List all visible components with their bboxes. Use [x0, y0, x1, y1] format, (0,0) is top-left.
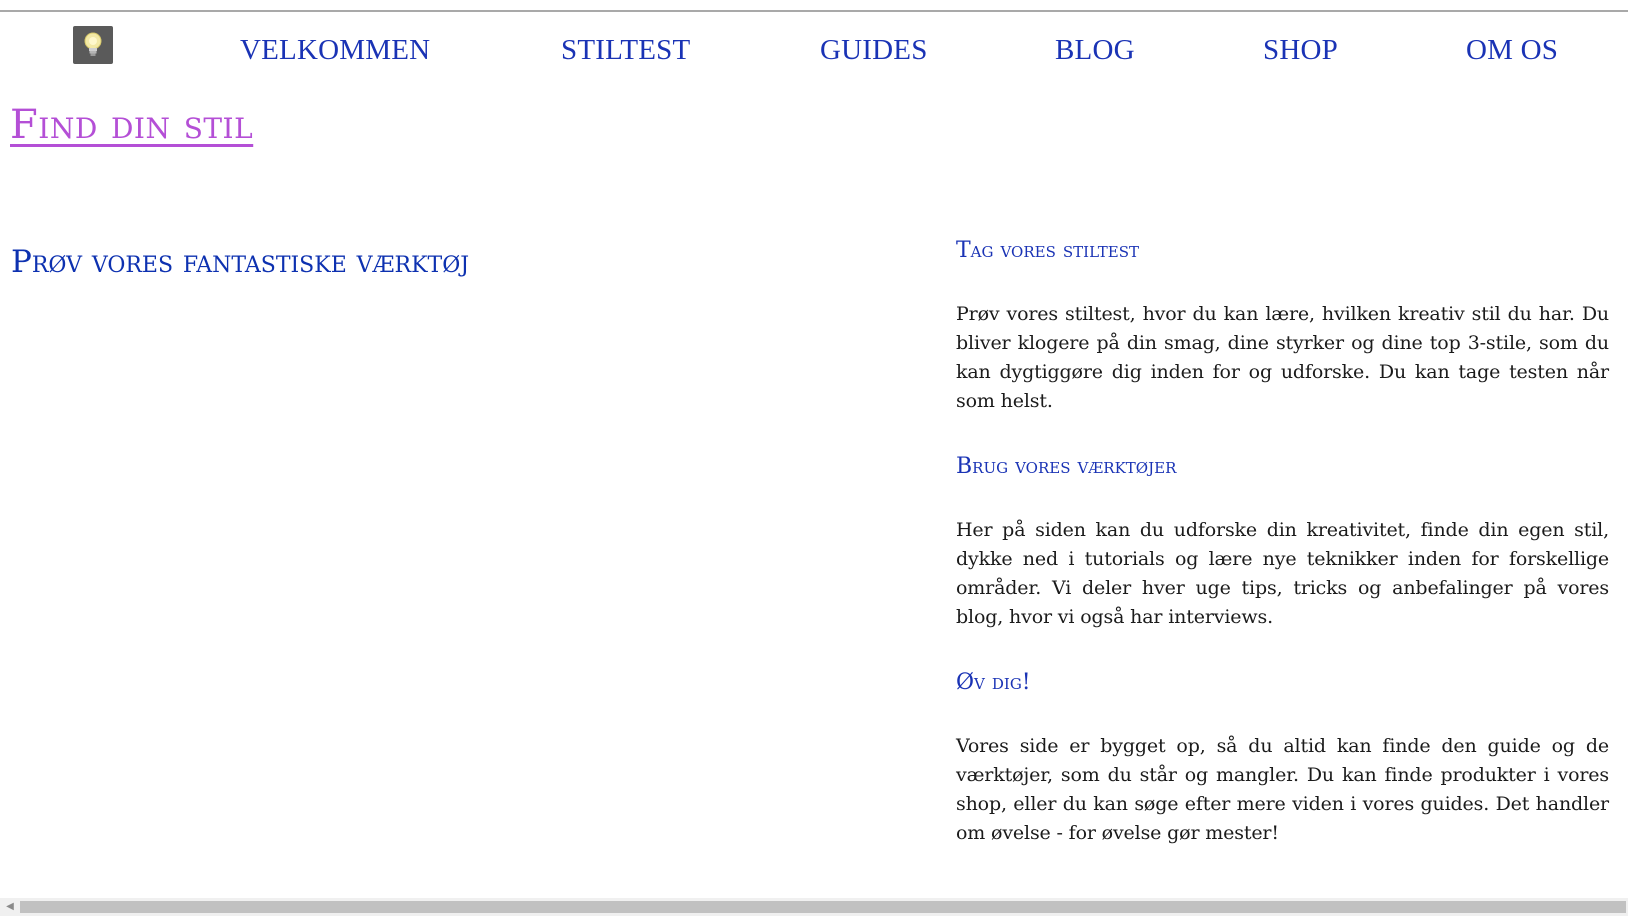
section-text-vaerktojer: Her på siden kan du udforske din kreativ… [956, 519, 1609, 628]
section-heading-stiltest: Tag vores stiltest [956, 238, 1140, 263]
top-border [0, 0, 1628, 12]
scroll-left-arrow-icon[interactable]: ◀ [2, 900, 18, 914]
nav-item-velkommen[interactable]: VELKOMMEN [240, 36, 430, 65]
lightbulb-icon [84, 32, 102, 56]
nav-item-om-os[interactable]: OM OS [1466, 36, 1558, 65]
section-text-stiltest: Prøv vores stiltest, hvor du kan lære, h… [956, 303, 1609, 412]
main-navigation: VELKOMMEN STILTEST GUIDES BLOG SHOP OM O… [0, 14, 1628, 78]
nav-item-blog[interactable]: BLOG [1055, 36, 1135, 65]
nav-item-guides[interactable]: GUIDES [820, 36, 928, 65]
scrollbar-thumb[interactable] [20, 901, 1626, 913]
nav-item-shop[interactable]: SHOP [1263, 36, 1338, 65]
horizontal-scrollbar[interactable]: ◀ [0, 898, 1628, 916]
section-heading-vaerktojer: Brug vores værktøjer [956, 454, 1177, 479]
nav-item-stiltest[interactable]: STILTEST [561, 36, 690, 65]
site-title-link[interactable]: Find din stil [10, 102, 253, 148]
section-heading-ov-dig: Øv dig! [956, 670, 1031, 695]
section-text-ov-dig: Vores side er bygget op, så du altid kan… [956, 735, 1609, 844]
logo[interactable] [73, 26, 113, 64]
tools-heading: Prøv vores fantastiske værktøj [11, 244, 470, 280]
